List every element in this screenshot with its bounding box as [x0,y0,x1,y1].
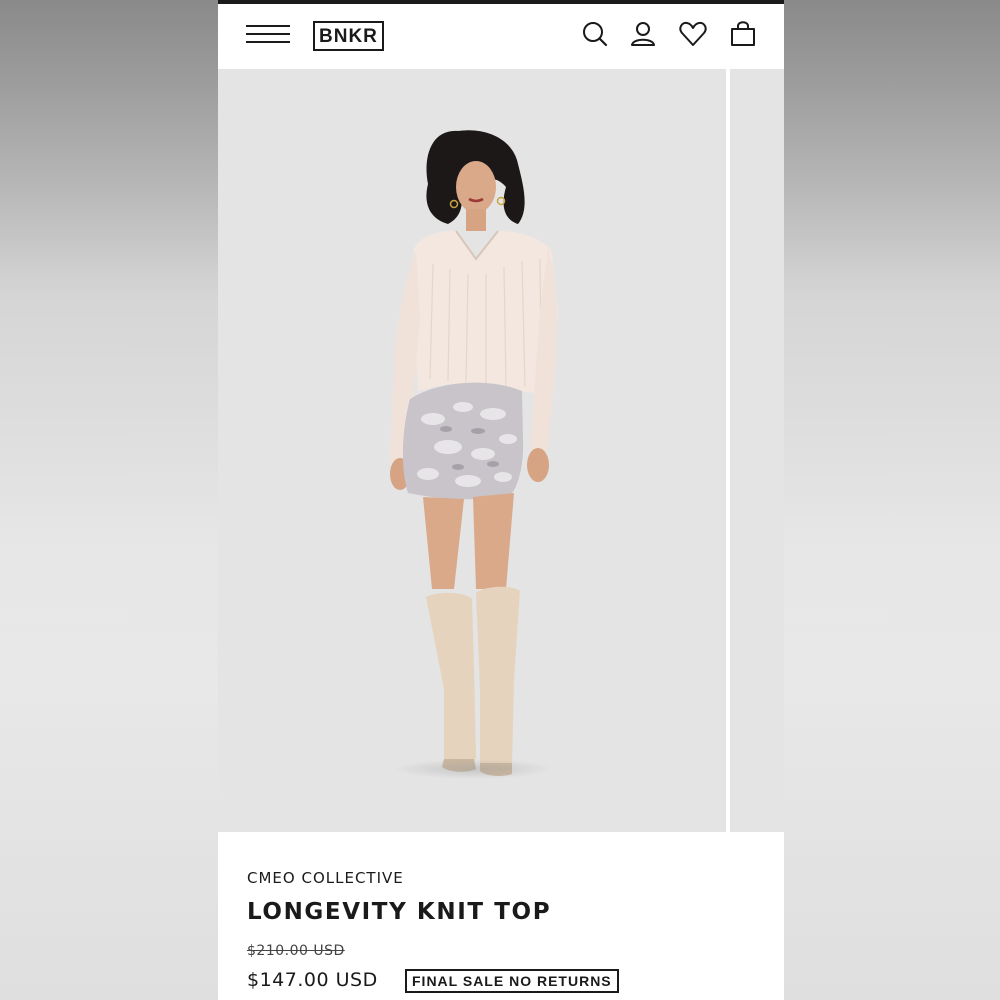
product-brand[interactable]: CMEO COLLECTIVE [247,869,404,887]
next-product-image[interactable] [730,69,784,832]
background-left [0,0,218,1000]
floor-shadow [393,759,553,779]
background-right [784,0,1000,1000]
product-gallery[interactable] [218,69,784,832]
product-info: CMEO COLLECTIVE LONGEVITY KNIT TOP $210.… [218,832,784,1000]
final-sale-badge: FINAL SALE NO RETURNS [405,969,619,993]
product-title: LONGEVITY KNIT TOP [247,899,552,925]
mobile-screen: BNKR CMEO COLLECTIVE LONGEVITY KNIT TOP … [218,0,784,1000]
wishlist-icon[interactable] [678,18,708,50]
sale-price: $147.00 USD [247,969,378,991]
model-illustration [390,130,558,776]
account-icon[interactable] [628,18,658,50]
brand-logo[interactable]: BNKR [313,21,384,51]
original-price: $210.00 USD [247,943,345,959]
search-icon[interactable] [580,18,610,50]
product-image[interactable] [218,69,726,832]
bag-icon[interactable] [728,18,758,50]
menu-icon[interactable] [246,22,292,48]
site-header: BNKR [218,4,784,69]
